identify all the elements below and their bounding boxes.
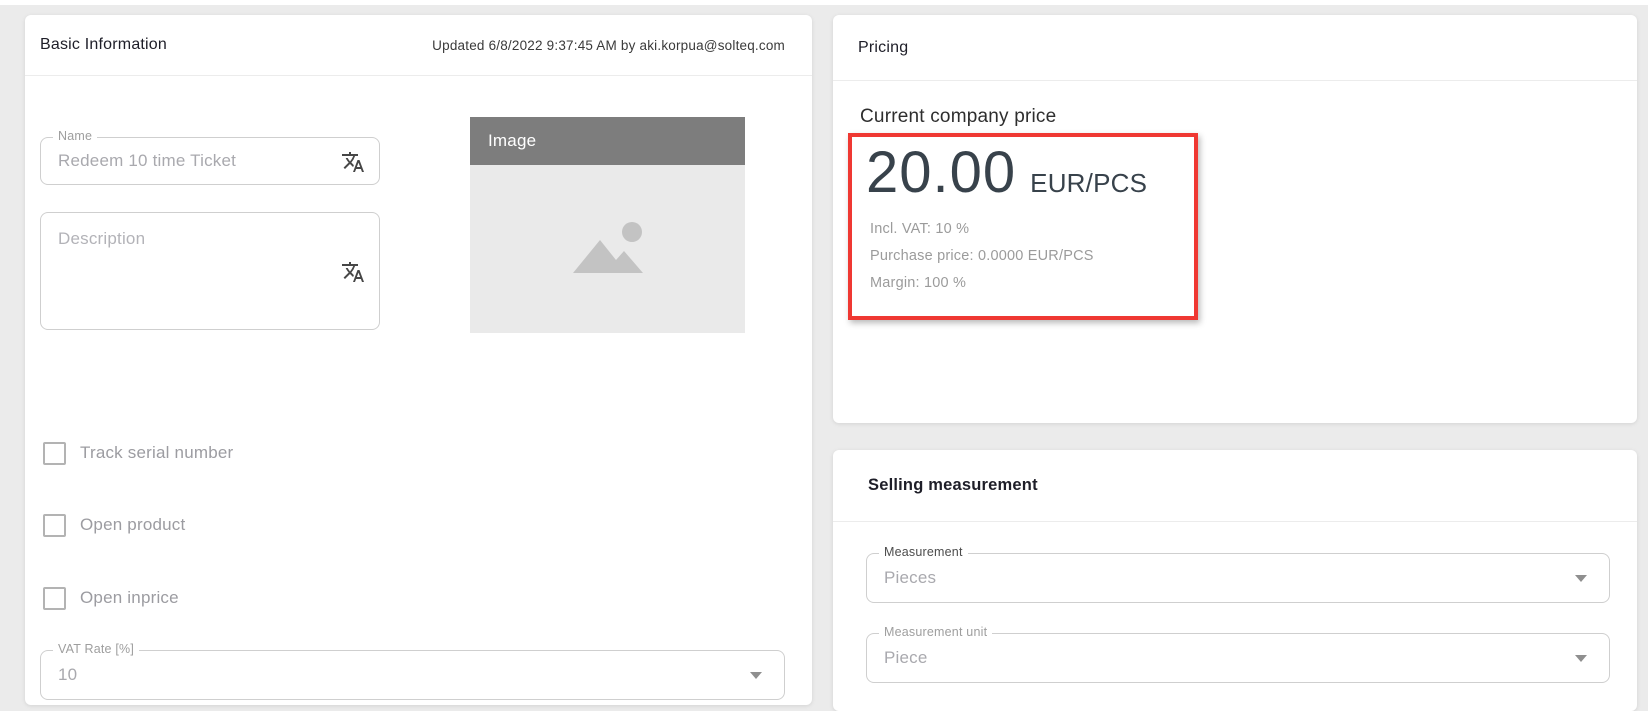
checkbox-label: Open inprice — [80, 588, 179, 608]
measurement-unit-value: Piece — [884, 634, 928, 682]
pricing-header: Pricing — [833, 15, 1637, 80]
header-divider — [25, 75, 812, 76]
updated-timestamp: Updated 6/8/2022 9:37:45 AM by aki.korpu… — [432, 15, 785, 75]
price-highlight-annotation: 20.00 EUR/PCS Incl. VAT: 10 % Purchase p… — [848, 133, 1198, 320]
image-placeholder-area — [470, 165, 745, 333]
checkbox-label: Track serial number — [80, 443, 233, 463]
price-detail-purchase: Purchase price: 0.0000 EUR/PCS — [870, 248, 1094, 264]
description-field[interactable]: Description — [40, 212, 380, 330]
vat-rate-select[interactable]: VAT Rate [%] 10 — [40, 650, 785, 700]
description-placeholder: Description — [58, 229, 145, 249]
chevron-down-icon[interactable] — [1575, 655, 1587, 662]
price-row: 20.00 EUR/PCS — [866, 139, 1147, 207]
name-field-value: Redeem 10 time Ticket — [58, 138, 236, 184]
measurement-value: Pieces — [884, 554, 936, 602]
checkbox-open-inprice[interactable]: Open inprice — [43, 586, 179, 610]
chevron-down-icon[interactable] — [1575, 575, 1587, 582]
price-detail-margin: Margin: 100 % — [870, 275, 966, 291]
image-widget-title: Image — [488, 131, 536, 151]
checkbox-track-serial-number[interactable]: Track serial number — [43, 441, 233, 465]
image-widget-header: Image — [470, 117, 745, 165]
selling-measurement-card: Selling measurement Measurement Pieces M… — [833, 450, 1637, 711]
price-detail-vat: Incl. VAT: 10 % — [870, 221, 969, 237]
measurement-unit-select[interactable]: Measurement unit Piece — [866, 633, 1610, 683]
checkbox-icon[interactable] — [43, 514, 66, 537]
name-field[interactable]: Name Redeem 10 time Ticket — [40, 137, 380, 185]
price-amount: 20.00 — [866, 139, 1016, 207]
price-unit: EUR/PCS — [1030, 168, 1147, 199]
basic-information-title: Basic Information — [40, 36, 167, 54]
pricing-title: Pricing — [858, 39, 908, 57]
page: Basic Information Updated 6/8/2022 9:37:… — [0, 0, 1648, 711]
product-image-widget[interactable]: Image — [470, 117, 745, 333]
checkbox-label: Open product — [80, 515, 185, 535]
header-divider — [833, 521, 1637, 522]
measurement-select[interactable]: Measurement Pieces — [866, 553, 1610, 603]
translate-icon[interactable] — [339, 258, 367, 286]
header-divider — [833, 80, 1637, 81]
selling-measurement-title: Selling measurement — [868, 476, 1038, 495]
current-company-price-heading: Current company price — [860, 106, 1056, 128]
top-app-strip — [0, 0, 1648, 5]
image-placeholder-icon — [564, 217, 652, 281]
pricing-card: Pricing Current company price 20.00 EUR/… — [833, 15, 1637, 423]
checkbox-open-product[interactable]: Open product — [43, 513, 185, 537]
selling-measurement-header: Selling measurement — [833, 450, 1637, 521]
checkbox-icon[interactable] — [43, 442, 66, 465]
checkbox-icon[interactable] — [43, 587, 66, 610]
vat-rate-value: 10 — [58, 651, 77, 699]
basic-information-card: Basic Information Updated 6/8/2022 9:37:… — [25, 15, 812, 705]
translate-icon[interactable] — [339, 148, 367, 176]
chevron-down-icon[interactable] — [750, 672, 762, 679]
